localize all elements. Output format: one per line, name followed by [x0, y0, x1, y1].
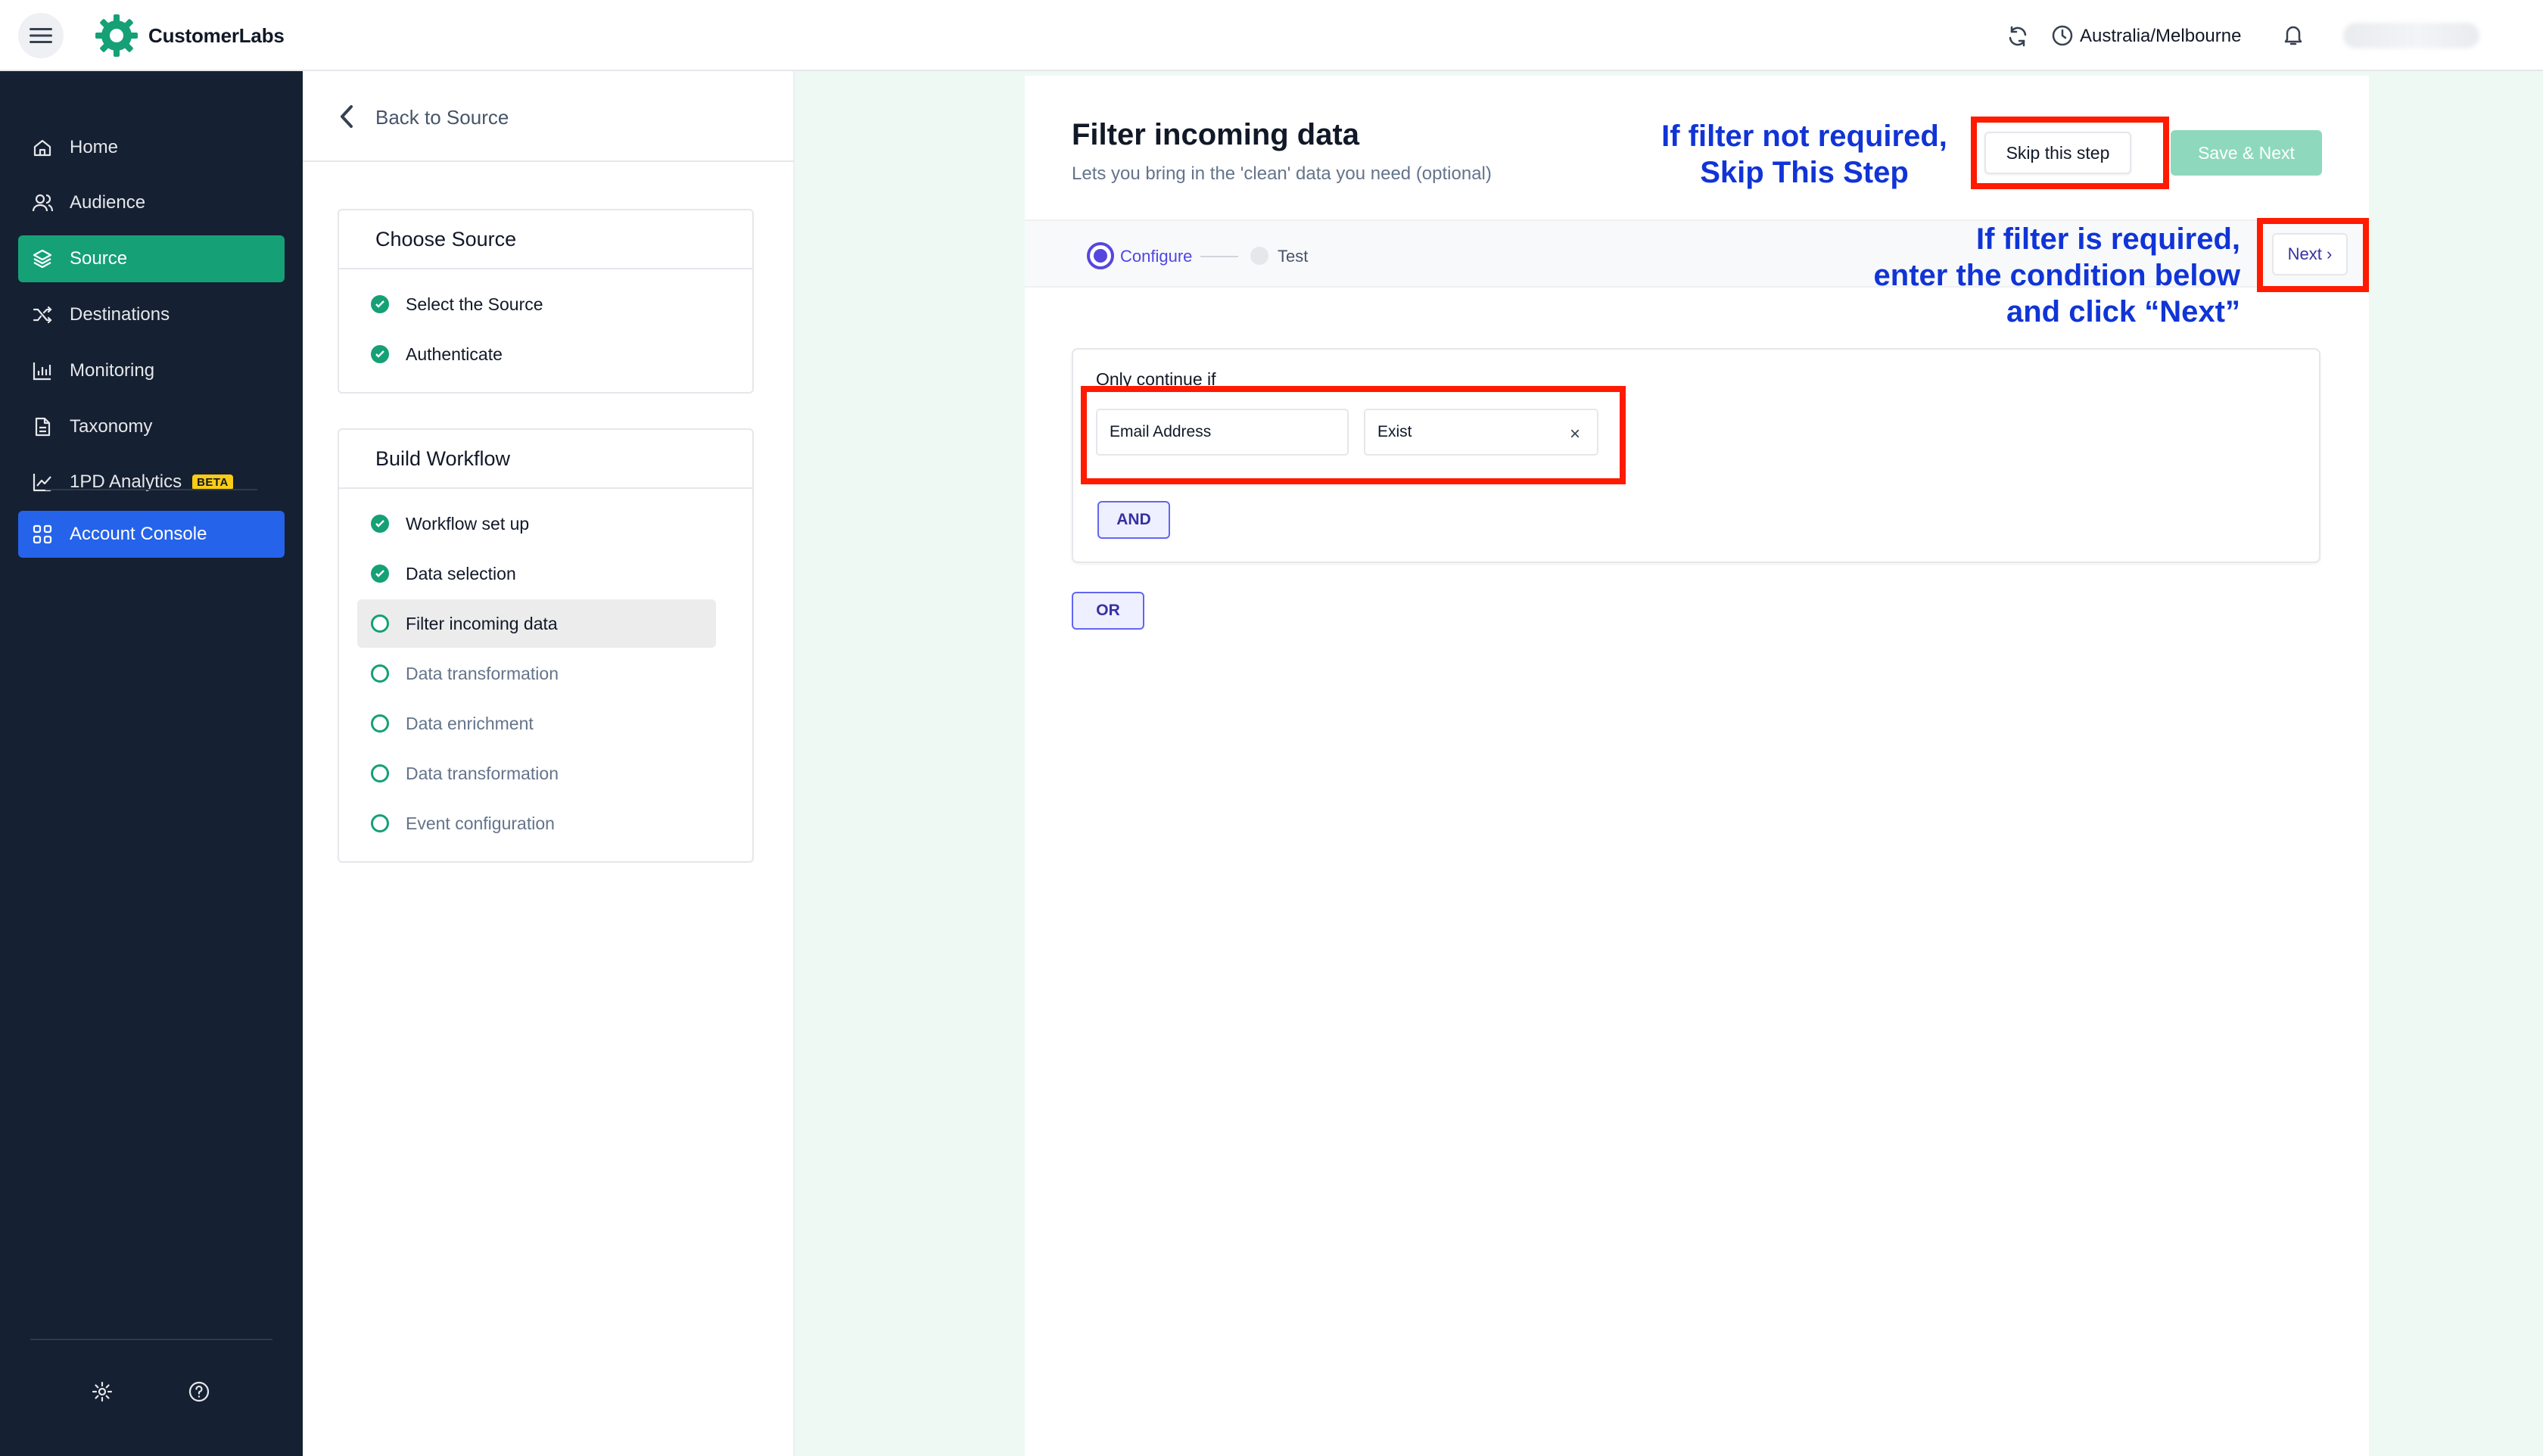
or-button[interactable]: OR [1072, 592, 1144, 630]
step-label: Data selection [406, 563, 516, 583]
nav-item-taxonomy[interactable]: Taxonomy [18, 403, 285, 450]
help-icon[interactable] [188, 1380, 210, 1403]
step-label: Workflow set up [406, 513, 530, 534]
skip-annotation-line: If filter not required, [1661, 120, 1947, 153]
step-data-transformation-2[interactable]: Data transformation [357, 749, 716, 798]
nav-label-audience: Audience [70, 192, 146, 213]
shuffle-icon [33, 306, 52, 324]
nav-item-monitoring[interactable]: Monitoring [18, 347, 285, 394]
workflow-panel: Back to Source Choose Source Select the … [303, 71, 795, 1456]
step-label: Event configuration [406, 813, 555, 833]
stepper-connector [1200, 256, 1238, 257]
nav-item-destinations[interactable]: Destinations [18, 291, 285, 338]
skip-annotation: If filter not required, Skip This Step [1654, 118, 1954, 191]
nav-divider [45, 489, 257, 490]
nav-item-audience[interactable]: Audience [18, 179, 285, 226]
check-circle-icon [371, 515, 389, 533]
nav-item-home[interactable]: Home [18, 124, 285, 171]
top-header: CustomerLabs Australia/Melbourne [0, 0, 2543, 71]
grid-icon [33, 524, 52, 544]
step-label: Filter incoming data [406, 613, 558, 633]
step-data-transformation[interactable]: Data transformation [357, 649, 716, 698]
customerlabs-logo-icon [95, 14, 138, 57]
step-event-configuration[interactable]: Event configuration [357, 799, 716, 848]
chevron-left-icon [341, 105, 353, 128]
back-to-source-link[interactable]: Back to Source [303, 71, 795, 162]
build-workflow-title: Build Workflow [339, 430, 752, 489]
step-label: Data transformation [406, 763, 559, 783]
inactive-step-icon [1250, 247, 1268, 265]
nav-item-1pd-analytics[interactable]: 1PD Analytics BETA [18, 459, 285, 506]
document-icon [35, 417, 51, 437]
active-step-icon [1087, 242, 1114, 269]
next-annotation-line: and click “Next” [2006, 295, 2240, 328]
bell-icon[interactable] [2281, 23, 2305, 47]
nav-label-monitoring: Monitoring [70, 360, 155, 381]
nav-label-taxonomy: Taxonomy [70, 416, 153, 437]
condition-highlight [1081, 386, 1626, 484]
build-workflow-card: Build Workflow Workflow set up Data sele… [338, 428, 754, 863]
skip-button-highlight [1971, 117, 2169, 189]
choose-source-title: Choose Source [339, 210, 752, 269]
hamburger-icon [30, 28, 52, 43]
settings-gear-icon[interactable] [91, 1380, 114, 1403]
back-to-source-label: Back to Source [375, 106, 509, 129]
empty-circle-icon [371, 614, 389, 633]
empty-circle-icon [371, 714, 389, 733]
step-select-source[interactable]: Select the Source [357, 280, 716, 328]
nav-item-source[interactable]: Source [18, 235, 285, 282]
next-button-highlight [2257, 218, 2369, 292]
nav-label-destinations: Destinations [70, 304, 170, 325]
step-label: Data transformation [406, 663, 559, 683]
check-circle-icon [371, 345, 389, 363]
refresh-icon[interactable] [2006, 24, 2030, 48]
step-filter-incoming-data[interactable]: Filter incoming data [357, 599, 716, 648]
next-annotation-line: If filter is required, [1976, 222, 2240, 256]
step-label: Authenticate [406, 344, 503, 364]
hamburger-menu-button[interactable] [18, 13, 64, 58]
skip-annotation-line: Skip This Step [1700, 156, 1909, 189]
home-icon [33, 139, 51, 157]
nav-item-account-console[interactable]: Account Console [18, 511, 285, 558]
step-authenticate[interactable]: Authenticate [357, 330, 716, 378]
step-data-enrichment[interactable]: Data enrichment [357, 699, 716, 748]
user-menu-avatar[interactable] [2343, 23, 2479, 48]
and-button[interactable]: AND [1097, 501, 1170, 539]
empty-circle-icon [371, 814, 389, 832]
users-icon [32, 194, 53, 212]
next-annotation-line: enter the condition below [1873, 259, 2240, 292]
next-annotation: If filter is required, enter the conditi… [1816, 221, 2240, 330]
stepper-test[interactable]: Test [1278, 247, 1308, 266]
choose-source-card: Choose Source Select the Source Authenti… [338, 209, 754, 394]
nav-label-home: Home [70, 137, 119, 157]
check-circle-icon [371, 295, 389, 313]
step-data-selection[interactable]: Data selection [357, 549, 716, 598]
step-label: Select the Source [406, 294, 543, 314]
clock-icon [2052, 25, 2073, 46]
empty-circle-icon [371, 764, 389, 782]
page-title: Filter incoming data [1072, 118, 1360, 151]
save-and-next-button[interactable]: Save & Next [2171, 130, 2322, 176]
timezone-label[interactable]: Australia/Melbourne [2080, 26, 2241, 47]
check-circle-icon [371, 565, 389, 583]
step-label: Data enrichment [406, 713, 534, 733]
layers-icon [33, 249, 52, 269]
bottom-divider [30, 1339, 272, 1340]
beta-badge: BETA [192, 474, 233, 490]
page-subtitle: Lets you bring in the 'clean' data you n… [1072, 163, 1492, 184]
step-workflow-set-up[interactable]: Workflow set up [357, 499, 716, 548]
nav-label-account-console: Account Console [70, 524, 207, 544]
bar-chart-icon [33, 362, 51, 381]
main-sidebar: Home Audience Source Destinations Monito… [0, 71, 303, 1456]
nav-label-source: Source [70, 248, 128, 269]
stepper-configure[interactable]: Configure [1120, 247, 1192, 266]
app-name: CustomerLabs [148, 24, 285, 47]
empty-circle-icon [371, 664, 389, 683]
